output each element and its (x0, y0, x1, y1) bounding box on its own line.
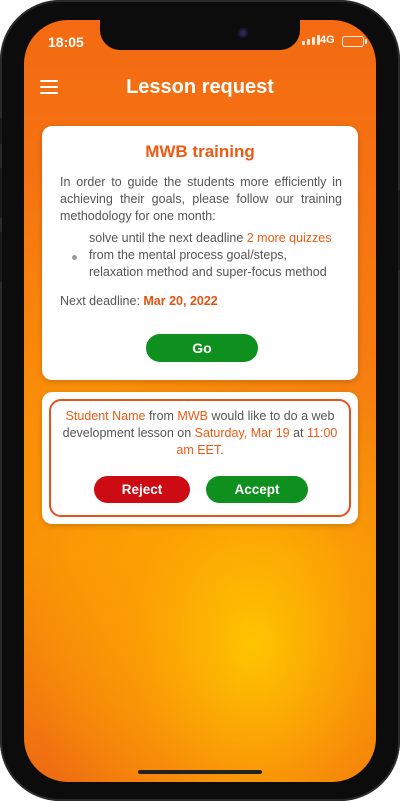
volume-down-button (0, 232, 2, 282)
status-time: 18:05 (48, 34, 84, 50)
bullet-text-before: solve until the next deadline (89, 231, 247, 245)
page-title: Lesson request (126, 76, 274, 98)
request-text-end: . (220, 443, 224, 457)
training-bullet-text: solve until the next deadline 2 more qui… (89, 230, 342, 281)
organization-name: MWB (177, 409, 208, 423)
training-card-title: MWB training (145, 142, 255, 161)
training-intro: In order to guide the students more effi… (60, 175, 342, 223)
list-item: solve until the next deadline 2 more qui… (72, 230, 342, 281)
home-indicator[interactable] (138, 770, 262, 774)
front-camera-icon (238, 28, 248, 38)
lesson-request-card: Student Name from MWB would like to do a… (42, 392, 358, 524)
battery-icon (342, 36, 367, 47)
student-name: Student Name (65, 409, 146, 423)
deadline-label: Next deadline: (60, 294, 144, 308)
request-text-at: at (289, 426, 307, 440)
bullet-text-after: from the mental process goal/steps, rela… (89, 248, 327, 279)
mute-switch (0, 118, 2, 144)
request-text-from: from (145, 409, 178, 423)
quizzes-highlight: 2 more quizzes (246, 231, 332, 245)
training-card: MWB training In order to guide the stude… (42, 126, 358, 380)
notch (100, 20, 300, 50)
phone-frame: 18:05 4G Lesson request MWB training In … (0, 0, 400, 801)
lesson-date: Saturday, Mar 19 (194, 426, 290, 440)
reject-button[interactable]: Reject (94, 476, 190, 503)
volume-up-button (0, 168, 2, 218)
go-button[interactable]: Go (146, 334, 258, 362)
deadline-date: Mar 20, 2022 (143, 294, 218, 308)
accept-button[interactable]: Accept (206, 476, 308, 503)
app-screen: 18:05 4G Lesson request MWB training In … (24, 20, 376, 782)
network-type: 4G (320, 34, 335, 46)
signal-bars-icon (302, 34, 320, 45)
request-message: Student Name from MWB would like to do a… (54, 408, 346, 459)
bullet-dot-icon (72, 255, 77, 260)
next-deadline: Next deadline: Mar 20, 2022 (60, 294, 218, 308)
hamburger-menu-icon[interactable] (40, 80, 60, 96)
